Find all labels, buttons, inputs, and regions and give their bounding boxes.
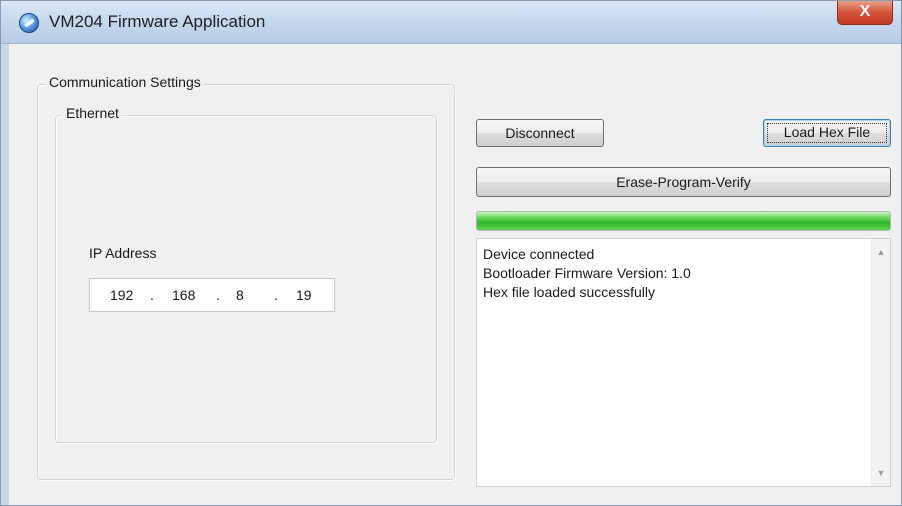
firmware-window: VM204 Firmware Application X Communicati… [0, 0, 902, 506]
ip-octet-2[interactable]: 168 [172, 287, 195, 303]
log-scrollbar[interactable]: ▲ ▼ [871, 239, 890, 486]
close-button[interactable]: X [837, 1, 893, 25]
load-hex-file-button[interactable]: Load Hex File [763, 119, 891, 147]
log-textbox[interactable]: Device connected Bootloader Firmware Ver… [476, 238, 891, 487]
ethernet-label: Ethernet [63, 105, 122, 121]
load-hex-file-label: Load Hex File [783, 124, 871, 140]
ip-octet-1[interactable]: 192 [110, 287, 133, 303]
erase-program-verify-button[interactable]: Erase-Program-Verify [476, 167, 891, 197]
log-line: Hex file loaded successfully [483, 284, 655, 300]
scroll-down-arrow-icon[interactable]: ▼ [872, 464, 890, 482]
window-left-border [1, 44, 9, 505]
log-line: Bootloader Firmware Version: 1.0 [483, 265, 691, 281]
ip-address-label: IP Address [89, 245, 157, 261]
communication-settings-label: Communication Settings [46, 74, 204, 90]
title-bar[interactable]: VM204 Firmware Application X [1, 1, 901, 44]
ip-octet-4[interactable]: 19 [296, 287, 312, 303]
ip-octet-3[interactable]: 8 [236, 287, 244, 303]
window-title: VM204 Firmware Application [49, 12, 266, 31]
ip-separator: . [150, 287, 154, 303]
app-globe-icon [19, 13, 39, 33]
log-lines: Device connected Bootloader Firmware Ver… [483, 245, 691, 302]
ip-separator: . [274, 287, 278, 303]
progress-fill [477, 212, 890, 230]
progress-bar [476, 211, 891, 231]
scroll-up-arrow-icon[interactable]: ▲ [872, 243, 890, 261]
log-line: Device connected [483, 246, 595, 262]
disconnect-button[interactable]: Disconnect [476, 119, 604, 147]
ip-address-field[interactable]: 192 . 168 . 8 . 19 [89, 278, 335, 312]
ip-separator: . [216, 287, 220, 303]
